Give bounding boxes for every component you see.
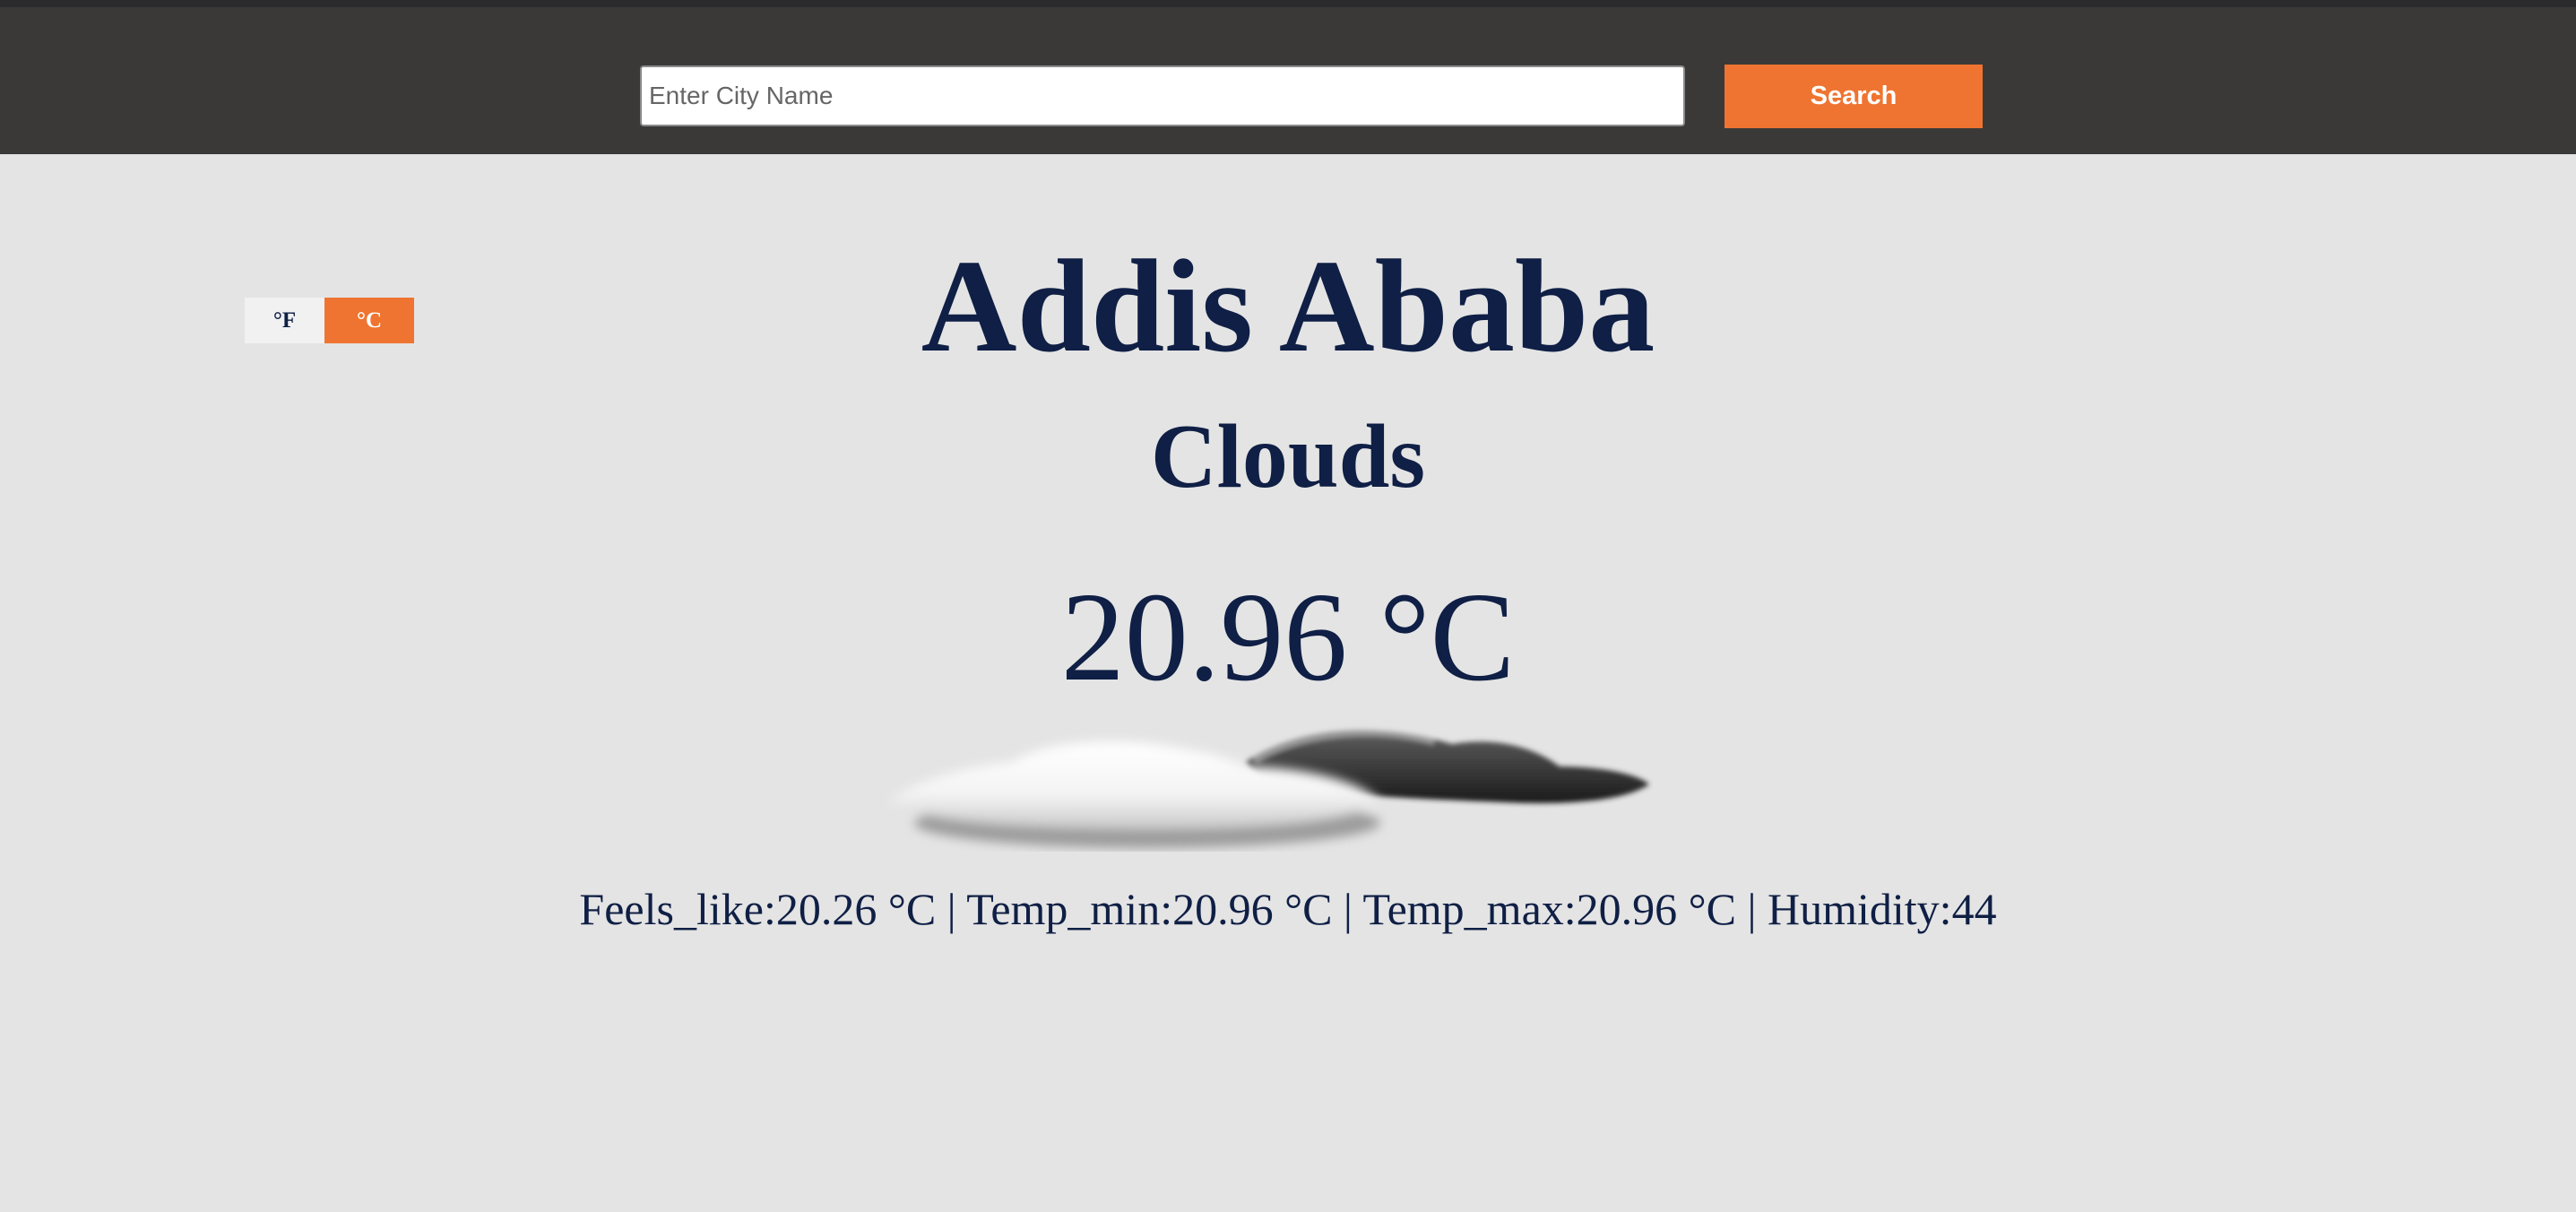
weather-condition: Clouds <box>1150 406 1426 507</box>
city-name: Addis Ababa <box>921 233 1655 380</box>
clouds-icon <box>887 730 1649 848</box>
temperature-reading: 20.96 °C <box>1060 566 1516 707</box>
search-button[interactable]: Search <box>1725 65 1983 128</box>
city-search-input[interactable] <box>640 65 1685 126</box>
weather-details: Feels_like:20.26 °C | Temp_min:20.96 °C … <box>579 884 1997 934</box>
top-border <box>0 0 2576 7</box>
